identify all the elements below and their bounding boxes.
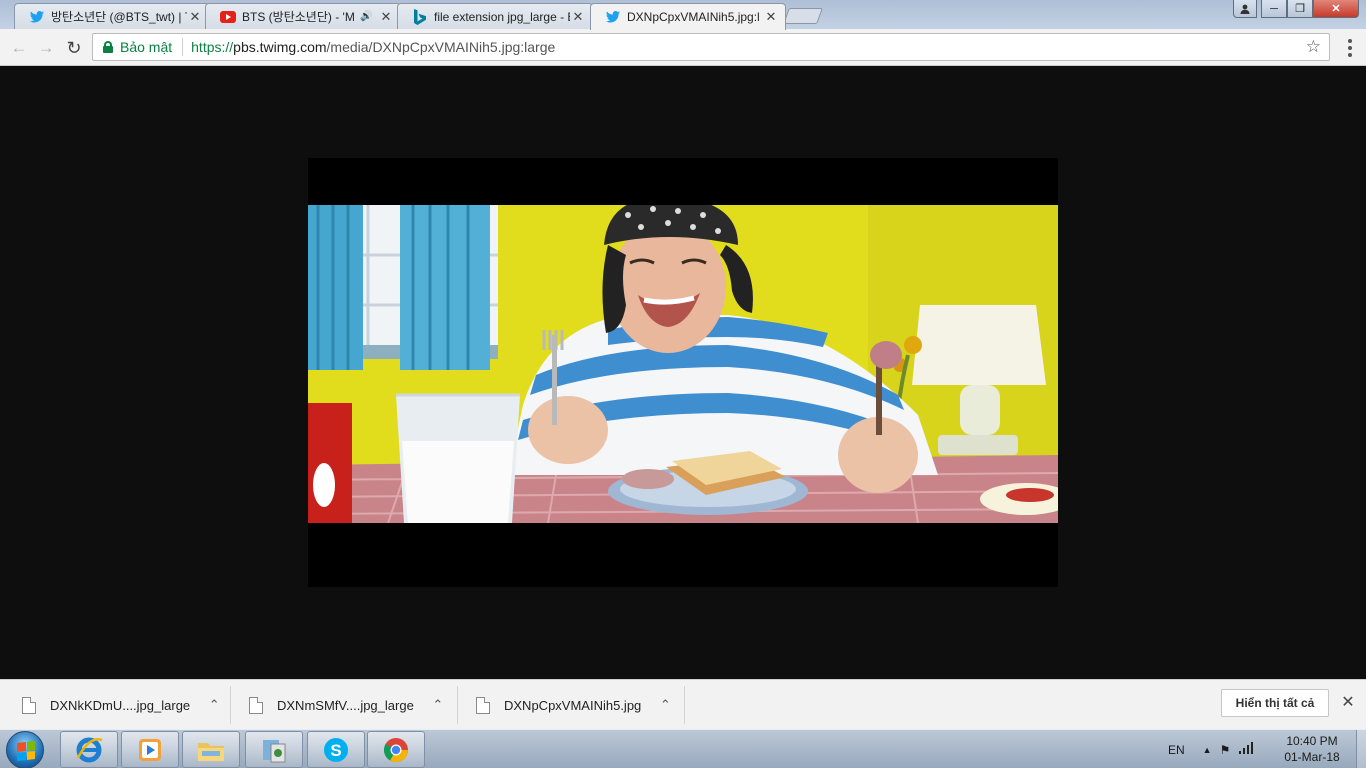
show-desktop-button[interactable] xyxy=(1356,730,1366,768)
clock-time: 10:40 PM xyxy=(1286,734,1338,748)
divider xyxy=(457,686,458,724)
show-hidden-icons-button[interactable]: ▲ xyxy=(1203,745,1212,755)
download-filename: DXNkKDmU....jpg_large xyxy=(50,697,191,713)
image-viewer xyxy=(0,66,1366,679)
browser-toolbar: ← → ↻ Bảo mật https://pbs.twimg.com/medi… xyxy=(0,29,1366,66)
tab-title: DXNpCpxVMAINih5.jpg:l xyxy=(627,10,760,24)
lock-icon[interactable] xyxy=(103,41,113,53)
start-button[interactable] xyxy=(6,731,44,768)
media-player-icon[interactable] xyxy=(121,731,179,768)
displayed-image[interactable] xyxy=(308,158,1058,587)
reload-button[interactable]: ↻ xyxy=(63,37,85,59)
url-text[interactable]: https://pbs.twimg.com/media/DXNpCpxVMAIN… xyxy=(191,39,555,55)
tab-title: file extension jpg_large - B xyxy=(434,9,570,24)
maximize-button[interactable]: ❐ xyxy=(1287,0,1313,18)
chevron-up-icon[interactable]: ⌃ xyxy=(430,697,446,713)
tab-bts-youtube[interactable]: BTS (방탄소년단) - 'M 🔊 ✕ xyxy=(205,3,401,29)
url-scheme: https:// xyxy=(191,39,234,55)
download-item[interactable]: DXNkKDmU....jpg_large ⌃ xyxy=(22,686,222,724)
image-file-icon xyxy=(476,696,490,714)
divider xyxy=(684,686,685,724)
user-profile-button[interactable] xyxy=(1233,0,1257,18)
tab-bts-twitter[interactable]: 방탄소년단 (@BTS_twt) | T ✕ xyxy=(14,3,210,29)
twitter-icon xyxy=(29,9,45,25)
internet-explorer-icon[interactable] xyxy=(60,731,118,768)
chrome-icon[interactable] xyxy=(367,731,425,768)
installer-icon[interactable] xyxy=(245,731,303,768)
tab-title: BTS (방탄소년단) - 'M xyxy=(242,10,355,24)
address-bar[interactable]: Bảo mật https://pbs.twimg.com/media/DXNp… xyxy=(92,33,1330,61)
tab-title: 방탄소년단 (@BTS_twt) | T xyxy=(51,10,187,24)
file-explorer-icon[interactable] xyxy=(182,731,240,768)
chrome-menu-button[interactable] xyxy=(1342,37,1358,59)
url-host: pbs.twimg.com xyxy=(233,39,327,55)
chevron-up-icon[interactable]: ⌃ xyxy=(657,697,673,713)
user-icon xyxy=(1240,4,1250,14)
audio-playing-icon[interactable]: 🔊 xyxy=(360,11,374,22)
svg-text:S: S xyxy=(330,741,341,760)
close-download-bar-button[interactable]: ✕ xyxy=(1339,693,1357,711)
system-tray: EN ▲ ⚑ xyxy=(1168,730,1254,768)
divider xyxy=(182,38,184,56)
download-filename: DXNmSMfV....jpg_large xyxy=(277,697,414,713)
twitter-icon xyxy=(605,9,621,25)
security-label[interactable]: Bảo mật xyxy=(120,39,172,55)
tab-image-active[interactable]: DXNpCpxVMAINih5.jpg:l ✕ xyxy=(590,3,786,30)
action-center-flag-icon[interactable]: ⚑ xyxy=(1220,743,1231,757)
bookmark-star-icon[interactable]: ☆ xyxy=(1306,37,1321,57)
tab-close-button[interactable]: ✕ xyxy=(570,9,586,25)
tab-strip: 방탄소년단 (@BTS_twt) | T ✕ BTS (방탄소년단) - 'M … xyxy=(0,0,1366,30)
window-controls: ─ ❐ ✕ xyxy=(1261,0,1359,18)
bing-icon xyxy=(412,8,428,25)
windows-taskbar: S EN ▲ ⚑ 10:40 PM 01-Mar-18 xyxy=(0,729,1366,768)
tab-close-button[interactable]: ✕ xyxy=(763,9,779,25)
show-all-downloads-button[interactable]: Hiển thị tất cả xyxy=(1221,689,1329,717)
close-window-button[interactable]: ✕ xyxy=(1313,0,1359,18)
system-clock[interactable]: 10:40 PM 01-Mar-18 xyxy=(1276,733,1348,765)
photo-of-person-eating-breakfast xyxy=(308,205,1058,523)
windows-logo-icon xyxy=(17,741,35,761)
tab-bing-search[interactable]: file extension jpg_large - B ✕ xyxy=(397,3,593,29)
chevron-up-icon[interactable]: ⌃ xyxy=(206,697,222,713)
clock-date: 01-Mar-18 xyxy=(1284,750,1340,764)
forward-button[interactable]: → xyxy=(35,37,57,59)
file-icon xyxy=(249,696,263,714)
back-button[interactable]: ← xyxy=(8,37,30,59)
language-indicator[interactable]: EN xyxy=(1168,743,1185,757)
download-item[interactable]: DXNpCpxVMAINih5.jpg ⌃ xyxy=(476,686,673,724)
tab-close-button[interactable]: ✕ xyxy=(378,9,394,25)
new-tab-button[interactable] xyxy=(783,8,823,24)
network-signal-icon[interactable] xyxy=(1238,742,1254,757)
tab-close-button[interactable]: ✕ xyxy=(187,9,203,25)
download-filename: DXNpCpxVMAINih5.jpg xyxy=(504,697,642,713)
download-item[interactable]: DXNmSMfV....jpg_large ⌃ xyxy=(249,686,446,724)
download-bar: DXNkKDmU....jpg_large ⌃ DXNmSMfV....jpg_… xyxy=(0,679,1366,729)
minimize-button[interactable]: ─ xyxy=(1261,0,1287,18)
url-path: /media/DXNpCpxVMAINih5.jpg:large xyxy=(326,39,556,55)
file-icon xyxy=(22,696,36,714)
skype-icon[interactable]: S xyxy=(307,731,365,768)
divider xyxy=(230,686,231,724)
youtube-icon xyxy=(220,9,236,25)
